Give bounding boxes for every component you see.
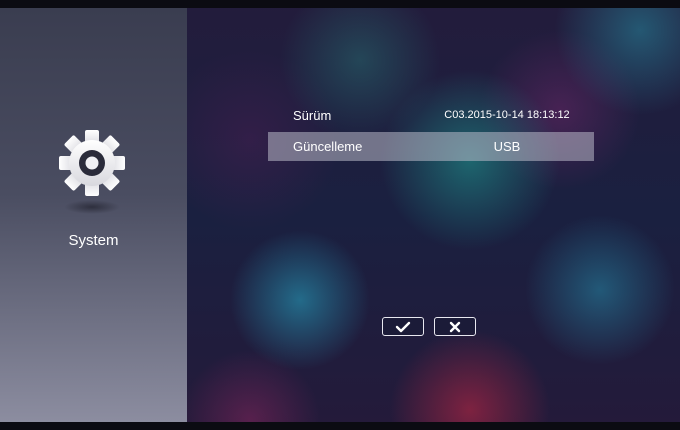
check-icon: [395, 321, 411, 333]
setting-label: Güncelleme: [293, 139, 363, 154]
sidebar-label: System: [68, 232, 119, 249]
sidebar: [0, 8, 187, 422]
setting-label: Sürüm: [293, 108, 332, 123]
setting-value: USB: [493, 139, 521, 154]
gear-icon: [56, 127, 128, 199]
x-icon: [449, 321, 461, 333]
setting-value: C03.2015-10-14 18:13:12: [444, 109, 570, 121]
confirm-button[interactable]: [382, 317, 424, 336]
gear-reflection: [64, 200, 120, 214]
cancel-button[interactable]: [434, 317, 476, 336]
bottom-bar: [0, 422, 680, 430]
top-bar: [0, 0, 680, 8]
setting-row-update[interactable]: Güncelleme USB: [268, 132, 594, 161]
setting-row-version[interactable]: Sürüm C03.2015-10-14 18:13:12: [268, 101, 594, 130]
